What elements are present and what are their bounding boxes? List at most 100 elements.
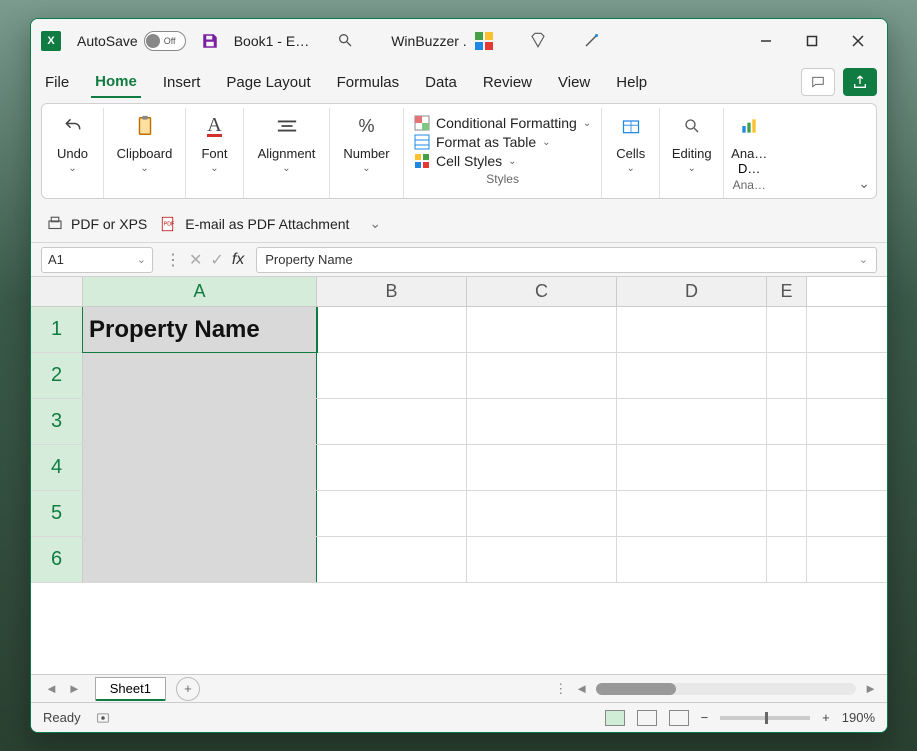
dots-icon[interactable]: ⋮ [165, 250, 181, 270]
macro-record-icon[interactable] [95, 711, 111, 725]
tab-insert[interactable]: Insert [159, 68, 205, 97]
scroll-left-button[interactable]: ◄ [575, 681, 588, 696]
cell[interactable] [317, 445, 467, 490]
cell[interactable] [767, 537, 807, 582]
col-header-b[interactable]: B [317, 277, 467, 306]
cell[interactable] [317, 399, 467, 444]
normal-view-button[interactable] [605, 710, 625, 726]
window-controls [743, 21, 881, 61]
collapse-ribbon-button[interactable]: ⌄ [858, 175, 870, 192]
sheet-tab-sheet1[interactable]: Sheet1 [95, 677, 166, 701]
row-header-5[interactable]: 5 [31, 491, 83, 536]
cell[interactable] [467, 491, 617, 536]
cell[interactable] [617, 537, 767, 582]
next-sheet-button[interactable]: ► [68, 681, 81, 696]
zoom-slider[interactable] [720, 716, 810, 720]
col-header-e[interactable]: E [767, 277, 807, 306]
row-header-2[interactable]: 2 [31, 353, 83, 398]
name-box[interactable]: A1 ⌄ [41, 247, 153, 273]
comments-button[interactable] [801, 68, 835, 96]
wand-icon[interactable] [583, 31, 603, 51]
cell[interactable] [467, 537, 617, 582]
conditional-formatting-button[interactable]: Conditional Formatting⌄ [414, 115, 591, 131]
zoom-in-button[interactable]: + [822, 710, 830, 725]
tab-file[interactable]: File [41, 68, 73, 97]
cell[interactable] [767, 445, 807, 490]
group-font[interactable]: A Font ⌄ [186, 108, 244, 198]
cell-styles-button[interactable]: Cell Styles⌄ [414, 153, 591, 169]
cell-a2[interactable] [83, 353, 317, 398]
search-icon[interactable] [337, 32, 355, 50]
maximize-button[interactable] [789, 21, 835, 61]
autosave-control[interactable]: AutoSave Off [77, 31, 186, 51]
autosave-toggle[interactable]: Off [144, 31, 186, 51]
row-header-6[interactable]: 6 [31, 537, 83, 582]
cell[interactable] [467, 399, 617, 444]
save-icon[interactable] [200, 31, 220, 51]
row-header-1[interactable]: 1 [31, 307, 83, 352]
select-all-corner[interactable] [31, 277, 83, 306]
cell-a4[interactable] [83, 445, 317, 490]
cell-a3[interactable] [83, 399, 317, 444]
cell-a5[interactable] [83, 491, 317, 536]
scroll-right-button[interactable]: ► [864, 681, 877, 696]
fx-icon[interactable]: fx [232, 251, 244, 269]
col-header-a[interactable]: A [83, 277, 317, 306]
diamond-icon[interactable] [529, 31, 549, 51]
tab-page-layout[interactable]: Page Layout [222, 68, 314, 97]
group-cells[interactable]: Cells ⌄ [602, 108, 660, 198]
group-alignment[interactable]: Alignment ⌄ [244, 108, 330, 198]
cell[interactable] [317, 491, 467, 536]
cell-c1[interactable] [467, 307, 617, 352]
cell[interactable] [767, 353, 807, 398]
cell[interactable] [617, 353, 767, 398]
pdf-or-xps-button[interactable]: PDF or XPS [45, 215, 147, 233]
cell-a1[interactable]: Property Name [83, 307, 317, 352]
cancel-icon[interactable]: ✕ [189, 250, 202, 270]
prev-sheet-button[interactable]: ◄ [45, 681, 58, 696]
cell-a6[interactable] [83, 537, 317, 582]
group-number[interactable]: % Number ⌄ [330, 108, 404, 198]
tab-formulas[interactable]: Formulas [333, 68, 404, 97]
group-undo[interactable]: Undo ⌄ [42, 108, 104, 198]
row-header-3[interactable]: 3 [31, 399, 83, 444]
share-button[interactable] [843, 68, 877, 96]
overflow-menu[interactable]: ⌄ [369, 215, 381, 232]
row-header-4[interactable]: 4 [31, 445, 83, 490]
cell[interactable] [767, 491, 807, 536]
zoom-level[interactable]: 190% [842, 710, 875, 725]
tab-home[interactable]: Home [91, 67, 141, 98]
formula-input[interactable]: Property Name ⌄ [256, 247, 877, 273]
page-layout-view-button[interactable] [637, 710, 657, 726]
email-pdf-button[interactable]: PDF E-mail as PDF Attachment [159, 215, 349, 233]
cell[interactable] [467, 353, 617, 398]
cell[interactable] [767, 399, 807, 444]
group-clipboard[interactable]: Clipboard ⌄ [104, 108, 186, 198]
cell-b1[interactable] [317, 307, 467, 352]
cell[interactable] [317, 537, 467, 582]
cell[interactable] [617, 399, 767, 444]
format-as-table-button[interactable]: Format as Table⌄ [414, 134, 591, 150]
add-sheet-button[interactable]: + [176, 677, 200, 701]
col-header-c[interactable]: C [467, 277, 617, 306]
minimize-button[interactable] [743, 21, 789, 61]
close-button[interactable] [835, 21, 881, 61]
cell[interactable] [617, 491, 767, 536]
col-header-d[interactable]: D [617, 277, 767, 306]
cell[interactable] [317, 353, 467, 398]
horizontal-scrollbar[interactable] [596, 683, 856, 695]
zoom-out-button[interactable]: − [701, 710, 709, 725]
tab-help[interactable]: Help [612, 68, 651, 97]
group-editing[interactable]: Editing ⌄ [660, 108, 724, 198]
cell-d1[interactable] [617, 307, 767, 352]
page-break-view-button[interactable] [669, 710, 689, 726]
tab-view[interactable]: View [554, 68, 594, 97]
cell[interactable] [467, 445, 617, 490]
account-name[interactable]: WinBuzzer . [391, 33, 466, 49]
tab-data[interactable]: Data [421, 68, 461, 97]
tab-review[interactable]: Review [479, 68, 536, 97]
cell-e1[interactable] [767, 307, 807, 352]
enter-icon[interactable]: ✓ [210, 250, 223, 270]
group-analyze[interactable]: Ana… D… Ana… [724, 108, 774, 198]
cell[interactable] [617, 445, 767, 490]
